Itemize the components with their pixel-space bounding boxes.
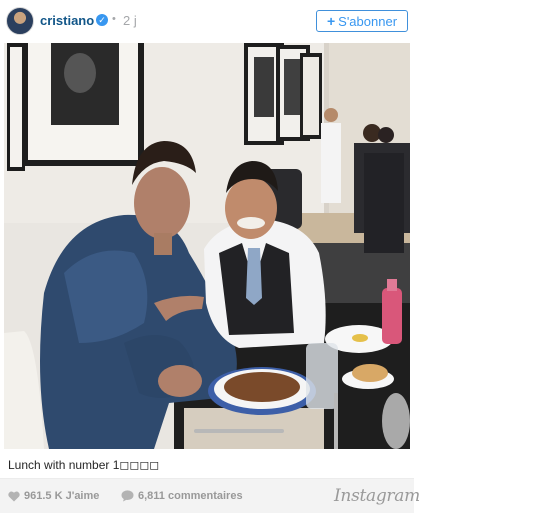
follow-button-label: S'abonner — [338, 13, 398, 29]
separator-dot: • — [112, 13, 116, 25]
post-header: cristiano ✓ • 2 j + S'abonner — [0, 0, 414, 43]
restaurant-photo — [4, 43, 410, 449]
instagram-post-card: cristiano ✓ • 2 j + S'abonner Lunch with… — [0, 0, 420, 513]
post-caption: Lunch with number 1◻◻◻◻ — [8, 458, 160, 472]
post-time[interactable]: 2 j — [123, 13, 137, 28]
user-avatar[interactable] — [6, 7, 34, 35]
post-photo[interactable] — [4, 43, 410, 449]
plus-icon: + — [326, 13, 336, 29]
comments-count[interactable]: 6,811 commentaires — [121, 490, 243, 502]
comment-bubble-icon — [121, 490, 134, 502]
comments-label: 6,811 commentaires — [138, 490, 243, 502]
instagram-logo[interactable]: Instagram — [334, 486, 420, 506]
follow-button[interactable]: + S'abonner — [316, 10, 408, 32]
likes-count[interactable]: 961.5 K J'aime — [8, 490, 99, 502]
heart-icon — [8, 491, 20, 501]
verified-badge-icon: ✓ — [96, 14, 108, 26]
username-link[interactable]: cristiano — [40, 13, 94, 28]
likes-label: 961.5 K J'aime — [24, 490, 100, 502]
post-footer: 961.5 K J'aime 6,811 commentaires Instag… — [0, 478, 420, 513]
